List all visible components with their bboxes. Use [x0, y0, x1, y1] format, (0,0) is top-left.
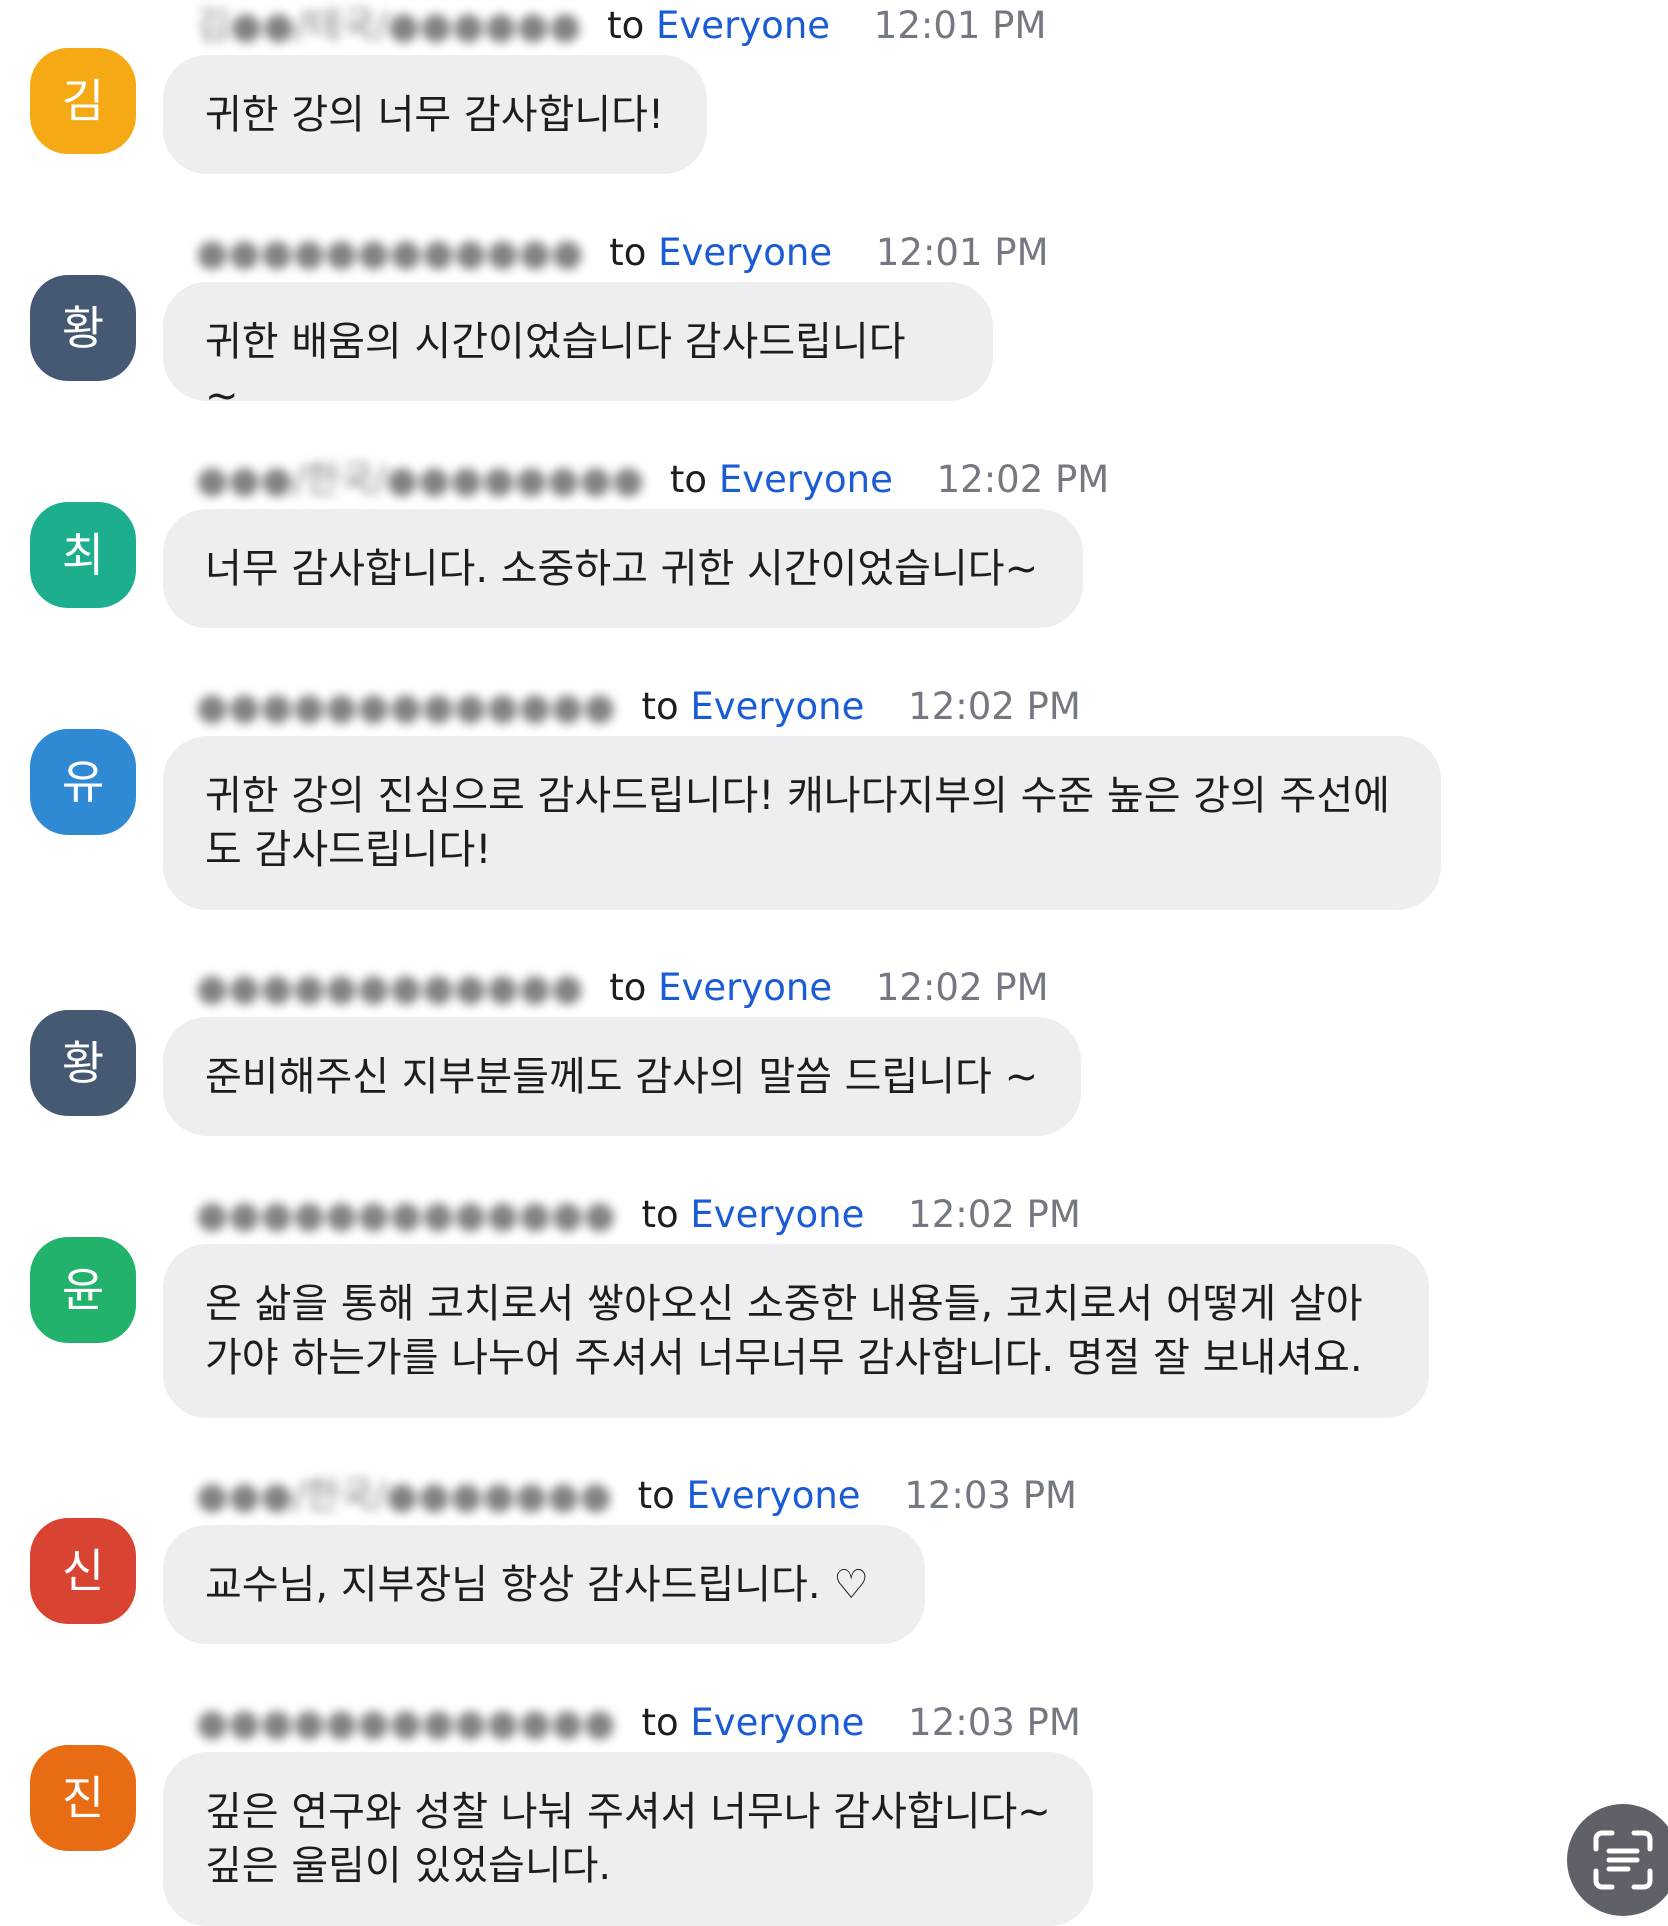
message-header: ●●●●●●●●●●●● to Everyone 12:02 PM: [196, 962, 1049, 1014]
message-bubble: 온 삶을 통해 코치로서 쌓아오신 소중한 내용들, 코치로서 어떻게 살아 가…: [163, 1244, 1429, 1418]
message-time: 12:02 PM: [908, 1193, 1081, 1236]
to-label: to: [641, 1701, 679, 1744]
avatar[interactable]: 김: [30, 48, 136, 154]
message-time: 12:03 PM: [904, 1474, 1077, 1517]
message-header: ●●●●●●●●●●●●● to Everyone 12:02 PM: [196, 681, 1081, 733]
avatar[interactable]: 진: [30, 1745, 136, 1851]
recipient-link[interactable]: Everyone: [719, 458, 893, 501]
avatar[interactable]: 윤: [30, 1237, 136, 1343]
message-bubble: 깊은 연구와 성찰 나눠 주셔서 너무나 감사합니다~ 깊은 울림이 있었습니다…: [163, 1752, 1093, 1926]
sender-name: ●●●/한국/●●●●●●●: [196, 1474, 612, 1517]
sender-name: ●●●●●●●●●●●●●: [196, 1701, 616, 1744]
message-bubble: 교수님, 지부장님 항상 감사드립니다. ♡: [163, 1525, 925, 1644]
recipient-link[interactable]: Everyone: [658, 966, 832, 1009]
sender-name: ●●●●●●●●●●●●●: [196, 1193, 616, 1236]
to-label: to: [669, 458, 708, 501]
recipient-link[interactable]: Everyone: [690, 685, 864, 728]
message-header: ●●●/한국/●●●●●●●● to Everyone 12:02 PM: [196, 454, 1109, 506]
recipient-link[interactable]: Everyone: [656, 4, 830, 47]
sender-name: ●●●/한국/●●●●●●●●: [196, 458, 645, 501]
message-header: ●●●●●●●●●●●●● to Everyone 12:03 PM: [196, 1697, 1081, 1749]
message-time: 12:01 PM: [875, 231, 1049, 274]
message-bubble: 준비해주신 지부분들께도 감사의 말씀 드립니다 ~: [163, 1017, 1081, 1136]
avatar[interactable]: 최: [30, 502, 136, 608]
avatar[interactable]: 유: [30, 729, 136, 835]
sender-name: ●●●●●●●●●●●●●: [196, 685, 616, 728]
message-bubble: 귀한 강의 진심으로 감사드립니다! 캐나다지부의 수준 높은 강의 주선에 도…: [163, 736, 1441, 910]
caption-scan-button[interactable]: [1567, 1804, 1668, 1916]
message-time: 12:01 PM: [873, 4, 1047, 47]
recipient-link[interactable]: Everyone: [687, 1474, 861, 1517]
recipient-link[interactable]: Everyone: [658, 231, 832, 274]
to-label: to: [637, 1474, 675, 1517]
message-header: 김●●/테국/●●●●●● to Everyone 12:01 PM: [196, 0, 1046, 52]
recipient-link[interactable]: Everyone: [690, 1193, 864, 1236]
chat-message-list[interactable]: 김●●/테국/●●●●●● to Everyone 12:01 PM 김 귀한 …: [0, 0, 1668, 1926]
message-bubble: 귀한 배움의 시간이었습니다 감사드립니다 ~: [163, 282, 993, 419]
message-header: ●●●●●●●●●●●●● to Everyone 12:02 PM: [196, 1189, 1081, 1241]
message-time: 12:02 PM: [936, 458, 1110, 501]
message-header: ●●●●●●●●●●●● to Everyone 12:01 PM: [196, 227, 1049, 279]
message-time: 12:02 PM: [875, 966, 1049, 1009]
recipient-link[interactable]: Everyone: [690, 1701, 864, 1744]
message-time: 12:03 PM: [908, 1701, 1081, 1744]
avatar[interactable]: 황: [30, 1010, 136, 1116]
to-label: to: [607, 4, 645, 47]
message-bubble: 너무 감사합니다. 소중하고 귀한 시간이었습니다~: [163, 509, 1083, 628]
message-time: 12:02 PM: [908, 685, 1081, 728]
to-label: to: [641, 1193, 679, 1236]
sender-name: ●●●●●●●●●●●●: [196, 231, 584, 274]
caption-scan-icon: [1593, 1830, 1653, 1890]
sender-name: 김●●/테국/●●●●●●: [196, 4, 582, 47]
message-header: ●●●/한국/●●●●●●● to Everyone 12:03 PM: [196, 1470, 1077, 1522]
message-bubble: 귀한 강의 너무 감사합니다!: [163, 55, 707, 174]
avatar[interactable]: 신: [30, 1518, 136, 1624]
to-label: to: [609, 231, 647, 274]
to-label: to: [641, 685, 679, 728]
to-label: to: [609, 966, 647, 1009]
sender-name: ●●●●●●●●●●●●: [196, 966, 584, 1009]
avatar[interactable]: 황: [30, 275, 136, 381]
